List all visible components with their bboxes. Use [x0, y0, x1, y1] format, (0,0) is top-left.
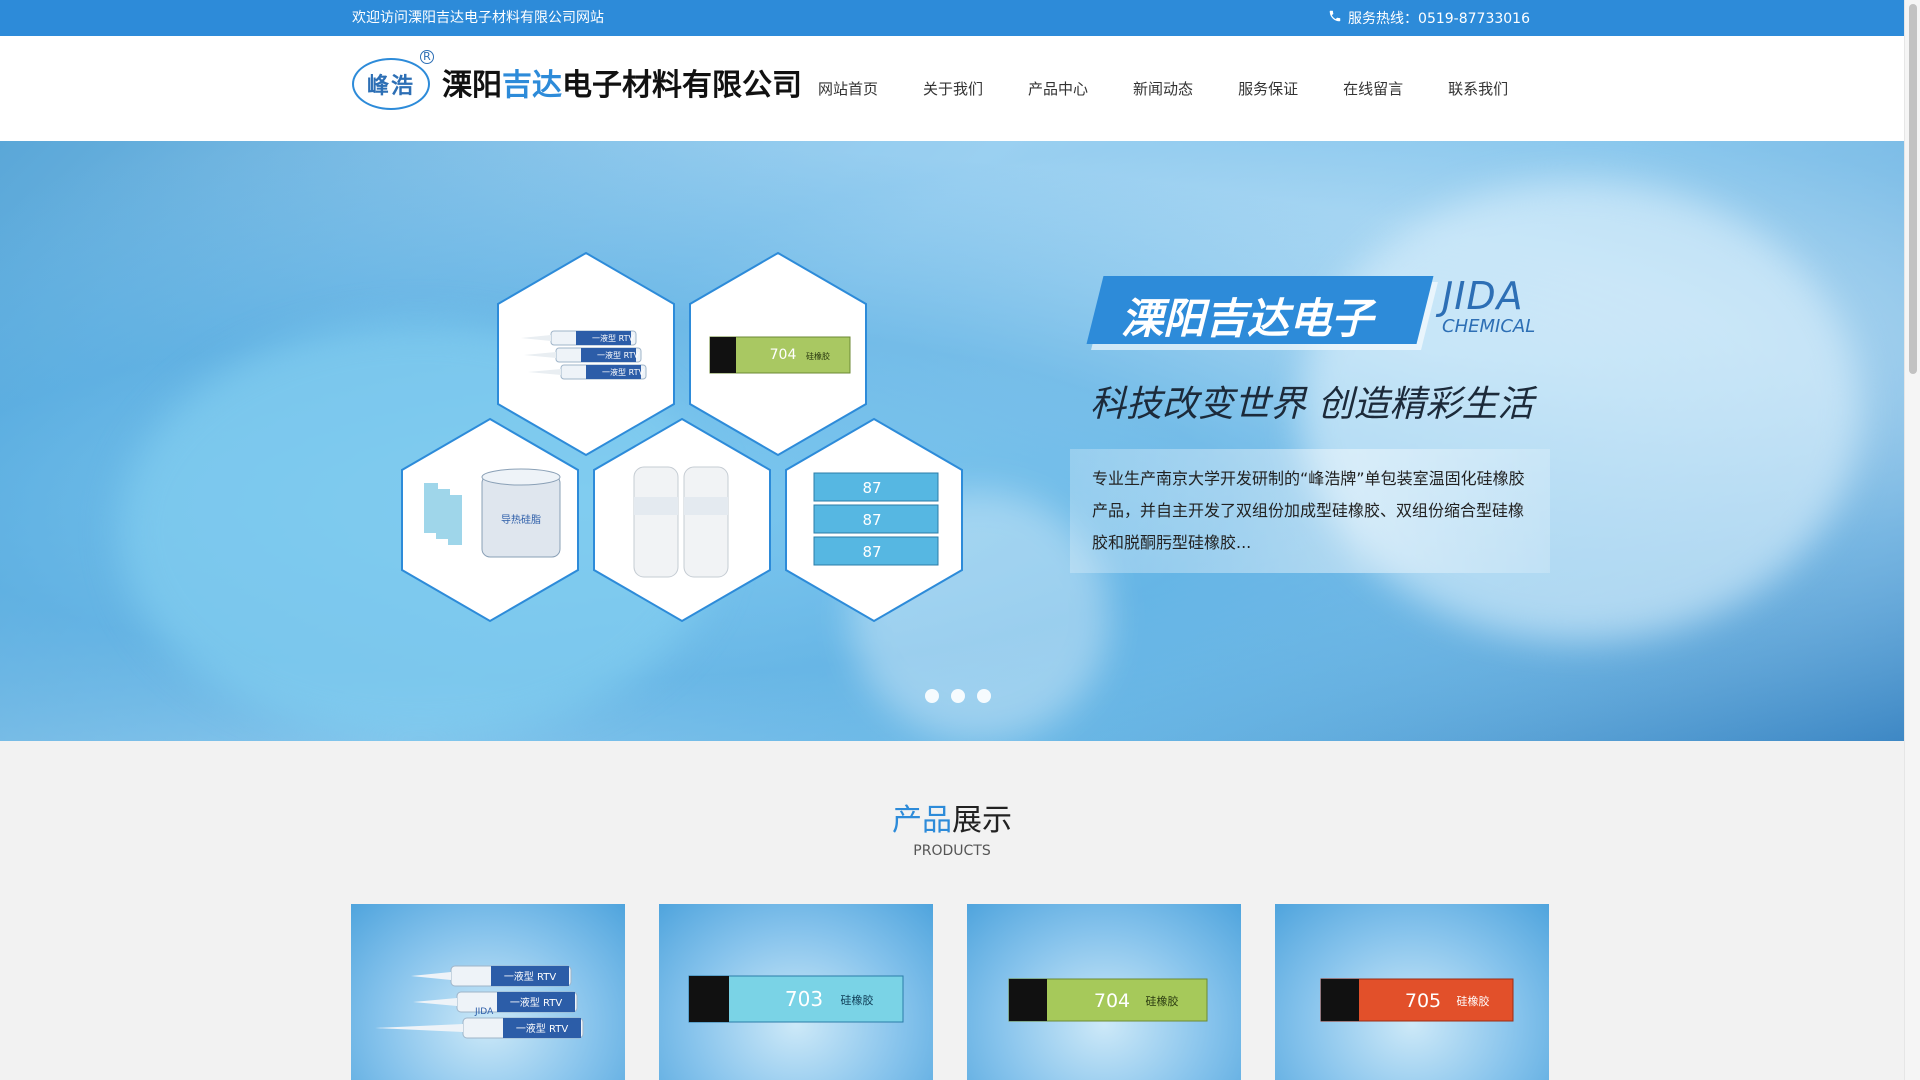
- card-703-code: 703: [785, 987, 823, 1011]
- card-rtv-label: 一液型 RTV: [510, 996, 563, 1009]
- card-703-name: 硅橡胶: [841, 993, 874, 1007]
- product-87-code: 87: [862, 511, 881, 529]
- registered-mark-icon: R: [420, 50, 434, 64]
- tube-label: 一液型 RTV: [592, 333, 634, 343]
- page: 欢迎访问溧阳吉达电子材料有限公司网站 服务热线：0519-87733016 峰浩…: [0, 0, 1920, 1080]
- carousel-dot[interactable]: [925, 689, 939, 703]
- nav-item-products[interactable]: 产品中心: [1028, 78, 1088, 99]
- hex-jar: 导热硅脂: [400, 417, 580, 623]
- product-card-705[interactable]: 705 硅橡胶: [1275, 904, 1549, 1080]
- products-section: 产品展示 PRODUCTS 一液型 RTV 一液型 RTV 一液型 RTV JI…: [0, 741, 1904, 1080]
- welcome-text: 欢迎访问溧阳吉达电子材料有限公司网站: [352, 10, 604, 26]
- hotline-text: 服务热线：0519-87733016: [1348, 10, 1530, 27]
- brand-en-sub: CHEMICAL: [1442, 316, 1536, 337]
- products-title-rest: 展示: [952, 803, 1012, 838]
- card-704-code: 704: [1094, 990, 1130, 1012]
- jar-label: 导热硅脂: [501, 513, 541, 526]
- logo-badge-text: 峰浩: [352, 58, 430, 110]
- product-card-rtv[interactable]: 一液型 RTV 一液型 RTV 一液型 RTV JIDA: [351, 904, 625, 1080]
- product-87-code: 87: [862, 479, 881, 497]
- product-704-code: 704: [770, 347, 797, 363]
- nav-item-service[interactable]: 服务保证: [1238, 78, 1298, 99]
- company-name-part: 电子材料有限公司: [562, 68, 802, 103]
- banner-slogan: 科技改变世界 创造精彩生活: [1090, 384, 1534, 425]
- logo-badge: 峰浩 R: [352, 50, 434, 110]
- main-nav: 网站首页 关于我们 产品中心 新闻动态 服务保证 在线留言 联系我们: [818, 36, 1508, 141]
- logo[interactable]: 峰浩 R 溧阳吉达电子材料有限公司: [352, 50, 802, 110]
- products-title-accent: 产品: [892, 803, 952, 838]
- card-705-code: 705: [1405, 990, 1441, 1012]
- carousel-dot[interactable]: [951, 689, 965, 703]
- products-title: 产品展示: [0, 795, 1904, 839]
- scrollbar-thumb[interactable]: [1909, 4, 1917, 374]
- card-705-name: 硅橡胶: [1457, 994, 1490, 1008]
- hero-banner[interactable]: 一液型 RTV 一液型 RTV 一液型 RTV 704 硅橡胶 导热硅脂 87 …: [0, 141, 1904, 741]
- page-scrollbar[interactable]: [1904, 0, 1920, 1080]
- header: 峰浩 R 溧阳吉达电子材料有限公司 网站首页 关于我们 产品中心 新闻动态 服务…: [0, 36, 1904, 141]
- brand-en: JIDA CHEMICAL: [1442, 276, 1535, 338]
- banner-description: 专业生产南京大学开发研制的“峰浩牌”单包装室温固化硅橡胶产品，并自主开发了双组份…: [1092, 469, 1525, 552]
- phone-icon: [1328, 9, 1342, 28]
- brand-tag-text: 溧阳吉达电子: [1121, 294, 1374, 343]
- product-704-name: 硅橡胶: [806, 351, 830, 361]
- hex-bottles: [592, 417, 772, 623]
- product-87-code: 87: [862, 543, 881, 561]
- nav-item-about[interactable]: 关于我们: [923, 78, 983, 99]
- top-bar: 欢迎访问溧阳吉达电子材料有限公司网站 服务热线：0519-87733016: [0, 0, 1904, 36]
- carousel-dot[interactable]: [977, 689, 991, 703]
- card-rtv-label: 一液型 RTV: [504, 970, 557, 983]
- hex-87: 87 87 87: [784, 417, 964, 623]
- tube-label: 一液型 RTV: [597, 350, 639, 360]
- product-card-704[interactable]: 704 硅橡胶: [967, 904, 1241, 1080]
- card-rtv-brand: JIDA: [474, 1007, 494, 1017]
- nav-item-news[interactable]: 新闻动态: [1133, 78, 1193, 99]
- nav-item-contact[interactable]: 联系我们: [1448, 78, 1508, 99]
- company-name: 溧阳吉达电子材料有限公司: [442, 60, 802, 104]
- card-704-name: 硅橡胶: [1146, 994, 1179, 1008]
- products-subtitle: PRODUCTS: [913, 843, 991, 859]
- banner-brand-tag: 溧阳吉达电子: [1086, 276, 1435, 346]
- company-name-part: 溧阳: [442, 68, 502, 103]
- product-card-703[interactable]: 703 硅橡胶: [659, 904, 933, 1080]
- nav-item-message[interactable]: 在线留言: [1343, 78, 1403, 99]
- tube-label: 一液型 RTV: [602, 367, 644, 377]
- product-hexagons: 一液型 RTV 一液型 RTV 一液型 RTV 704 硅橡胶 导热硅脂 87 …: [400, 251, 970, 651]
- brand-en-title: JIDA: [1442, 274, 1524, 318]
- nav-item-home[interactable]: 网站首页: [818, 78, 878, 99]
- product-cards: 一液型 RTV 一液型 RTV 一液型 RTV JIDA 703 硅橡胶 704…: [351, 904, 1549, 1080]
- hotline: 服务热线：0519-87733016: [1328, 9, 1530, 28]
- company-name-accent: 吉达: [502, 68, 562, 103]
- card-rtv-label: 一液型 RTV: [516, 1022, 569, 1035]
- carousel-dots: [925, 689, 991, 703]
